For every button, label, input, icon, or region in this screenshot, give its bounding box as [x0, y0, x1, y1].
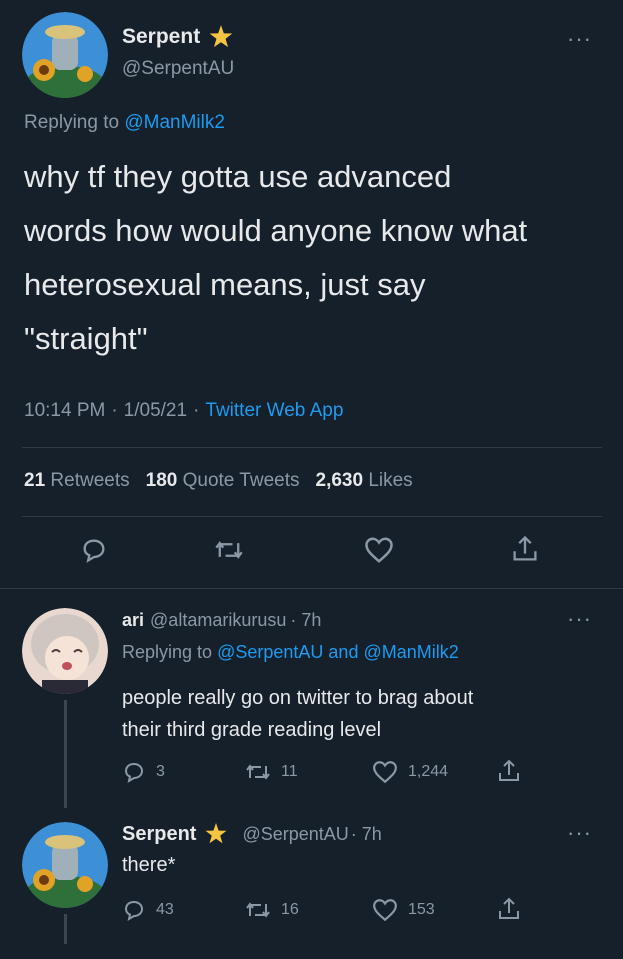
retweet-icon: [246, 764, 270, 780]
quotes-stat[interactable]: 180 Quote Tweets: [146, 470, 300, 492]
retweets-count: 21: [24, 470, 46, 491]
reply-icon: [124, 900, 144, 922]
reply-text-line: their third grade reading level: [122, 719, 382, 741]
author-handle[interactable]: @SerpentAU: [122, 58, 234, 80]
separator: ·: [111, 400, 118, 421]
share-icon[interactable]: [511, 534, 539, 564]
share-icon: [499, 759, 519, 781]
tweet-text-line: why tf they gotta use advanced: [24, 159, 452, 194]
tweet-time[interactable]: 10:14 PM: [24, 400, 105, 422]
retweet-count: 11: [281, 763, 298, 780]
retweet-icon[interactable]: [214, 536, 244, 564]
tweet-text: why tf they gotta use advanced words how…: [24, 150, 527, 366]
avatar-serpent[interactable]: [22, 822, 108, 908]
like-count: 153: [408, 901, 435, 918]
more-icon[interactable]: ···: [567, 606, 592, 632]
more-icon[interactable]: ···: [567, 820, 592, 846]
reply-header: ari @altamarikurusu · 7h: [122, 610, 321, 631]
reply-count: 43: [156, 901, 174, 918]
reply-count: 3: [156, 763, 165, 780]
reply-header: Serpent @SerpentAU · 7h: [122, 822, 382, 846]
divider: [22, 516, 602, 517]
replying-to-link[interactable]: @ManMilk2: [363, 642, 458, 662]
share-action[interactable]: [497, 758, 521, 784]
star-badge-icon: [204, 822, 228, 846]
replying-prefix: Replying to: [122, 642, 213, 662]
divider: [0, 588, 623, 589]
replying-prefix: Replying to: [24, 112, 120, 133]
quotes-label: Quote Tweets: [182, 470, 300, 491]
tweet-date[interactable]: 1/05/21: [124, 400, 187, 422]
reply-icon: [124, 762, 144, 784]
retweet-icon: [246, 902, 270, 918]
replying-and: and: [328, 642, 359, 662]
likes-count: 2,630: [315, 470, 364, 491]
stats-line: 21 Retweets 180 Quote Tweets 2,630 Likes: [24, 470, 413, 492]
tweet-source[interactable]: Twitter Web App: [205, 400, 343, 422]
retweet-count: 16: [281, 901, 299, 918]
reply-time[interactable]: · 7h: [290, 610, 321, 631]
separator: ·: [193, 400, 200, 421]
author-name[interactable]: Serpent: [122, 823, 196, 846]
avatar-ari[interactable]: [22, 608, 108, 694]
replying-to-link[interactable]: @SerpentAU: [217, 642, 323, 662]
reply-action[interactable]: 43: [122, 898, 174, 922]
retweet-action[interactable]: 16: [245, 898, 299, 922]
quotes-count: 180: [145, 470, 178, 491]
retweets-label: Retweets: [50, 470, 130, 491]
tweet-text-line: heterosexual means, just say: [24, 267, 426, 302]
retweets-stat[interactable]: 21 Retweets: [24, 470, 130, 492]
replying-to-line: Replying to @ManMilk2: [24, 112, 225, 134]
like-icon: [373, 761, 397, 784]
author-name[interactable]: ari: [122, 610, 144, 631]
like-icon[interactable]: [364, 536, 394, 564]
like-action[interactable]: 1,244: [372, 760, 448, 784]
likes-label: Likes: [368, 470, 413, 491]
star-badge-icon: [208, 24, 234, 50]
reply-time[interactable]: · 7h: [351, 824, 382, 845]
timestamp-line: 10:14 PM · 1/05/21 · Twitter Web App: [24, 400, 343, 422]
share-action[interactable]: [497, 896, 521, 922]
divider: [22, 447, 602, 448]
avatar-serpent[interactable]: [22, 12, 108, 98]
like-icon: [373, 899, 397, 922]
replying-to-link[interactable]: @ManMilk2: [124, 112, 225, 133]
thread-line: [64, 700, 67, 808]
reply-action[interactable]: 3: [122, 760, 165, 784]
reply-text: people really go on twitter to brag abou…: [122, 682, 473, 746]
like-count: 1,244: [408, 763, 449, 780]
author-handle[interactable]: @altamarikurusu: [150, 610, 286, 631]
author-handle[interactable]: @SerpentAU: [242, 824, 348, 845]
thread-line: [64, 914, 67, 944]
tweet-text-line: "straight": [24, 321, 148, 356]
like-action[interactable]: 153: [372, 898, 435, 922]
replying-to-line: Replying to @SerpentAU and @ManMilk2: [122, 642, 459, 663]
reply-text: there*: [122, 854, 176, 876]
tweet-text-line: words how would anyone know what: [24, 213, 528, 248]
share-icon: [499, 897, 519, 919]
reply-text-line: people really go on twitter to brag abou…: [122, 687, 474, 709]
more-icon[interactable]: ···: [567, 26, 592, 52]
likes-stat[interactable]: 2,630 Likes: [316, 470, 413, 492]
reply-icon[interactable]: [80, 536, 108, 564]
retweet-action[interactable]: 11: [245, 760, 298, 784]
author-name[interactable]: Serpent: [122, 25, 200, 49]
